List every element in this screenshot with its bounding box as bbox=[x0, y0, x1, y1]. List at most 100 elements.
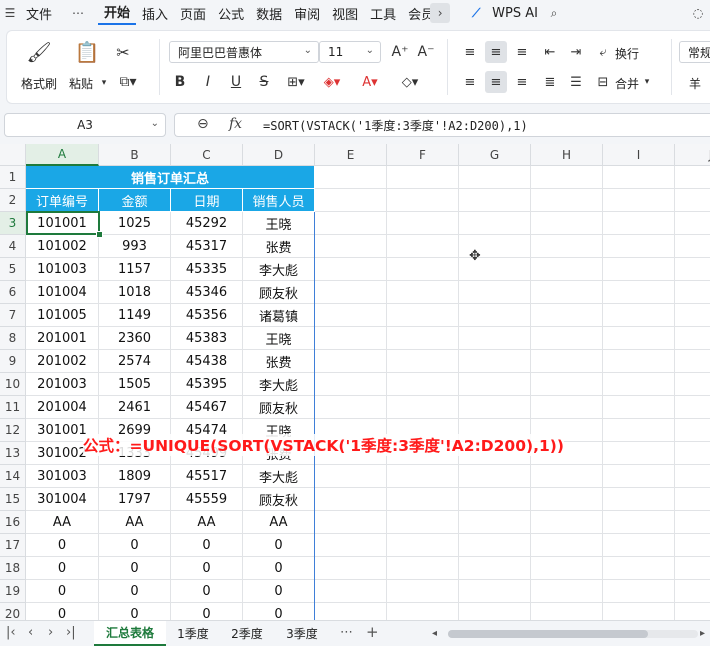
empty-cell[interactable] bbox=[531, 580, 603, 603]
table-cell[interactable]: 诸葛镇 bbox=[243, 304, 315, 327]
row-header-20[interactable]: 20 bbox=[0, 603, 26, 620]
table-cell[interactable]: 0 bbox=[171, 603, 243, 620]
table-header-cell[interactable]: 销售人员 bbox=[243, 189, 315, 212]
table-cell[interactable]: 0 bbox=[26, 580, 99, 603]
table-cell[interactable]: 45438 bbox=[171, 350, 243, 373]
row-header-11[interactable]: 11 bbox=[0, 396, 26, 419]
table-cell[interactable]: 0 bbox=[243, 534, 315, 557]
empty-cell[interactable] bbox=[387, 212, 459, 235]
empty-cell[interactable] bbox=[531, 396, 603, 419]
empty-cell[interactable] bbox=[459, 534, 531, 557]
empty-cell[interactable] bbox=[603, 488, 675, 511]
table-cell[interactable]: 101003 bbox=[26, 258, 99, 281]
table-cell[interactable]: 45383 bbox=[171, 327, 243, 350]
name-box[interactable]: A3 ⌄ bbox=[4, 113, 166, 137]
empty-cell[interactable] bbox=[315, 212, 387, 235]
column-header-a[interactable]: A bbox=[26, 144, 99, 166]
empty-cell[interactable] bbox=[531, 488, 603, 511]
menu-data[interactable]: 数据 bbox=[250, 4, 288, 23]
horizontal-scrollbar[interactable] bbox=[448, 630, 698, 638]
clear-format-icon[interactable]: ◇▾ bbox=[393, 71, 427, 93]
empty-cell[interactable] bbox=[675, 235, 710, 258]
table-cell[interactable]: 李大彪 bbox=[243, 373, 315, 396]
table-cell[interactable]: 45467 bbox=[171, 396, 243, 419]
empty-cell[interactable] bbox=[531, 258, 603, 281]
empty-cell[interactable] bbox=[603, 350, 675, 373]
table-cell[interactable]: 0 bbox=[26, 534, 99, 557]
table-cell[interactable]: 201001 bbox=[26, 327, 99, 350]
table-cell[interactable]: 45317 bbox=[171, 235, 243, 258]
table-cell[interactable]: 0 bbox=[99, 580, 171, 603]
empty-cell[interactable] bbox=[387, 304, 459, 327]
table-cell[interactable]: 0 bbox=[171, 557, 243, 580]
empty-cell[interactable] bbox=[675, 350, 710, 373]
next-sheet-icon[interactable]: › bbox=[48, 625, 53, 640]
number-format-select[interactable]: 常规 bbox=[679, 41, 710, 63]
table-cell[interactable]: 45517 bbox=[171, 465, 243, 488]
empty-cell[interactable] bbox=[603, 304, 675, 327]
empty-cell[interactable] bbox=[459, 511, 531, 534]
column-header-j[interactable]: J bbox=[675, 144, 710, 166]
empty-cell[interactable] bbox=[531, 327, 603, 350]
empty-cell[interactable] bbox=[531, 281, 603, 304]
row-header-3[interactable]: 3 bbox=[0, 212, 26, 235]
table-cell[interactable]: 张费 bbox=[243, 350, 315, 373]
table-title[interactable]: 销售订单汇总 bbox=[26, 166, 315, 189]
first-sheet-icon[interactable]: |‹ bbox=[6, 625, 16, 640]
row-header-9[interactable]: 9 bbox=[0, 350, 26, 373]
empty-cell[interactable] bbox=[603, 442, 675, 465]
column-header-c[interactable]: C bbox=[171, 144, 243, 166]
empty-cell[interactable] bbox=[675, 304, 710, 327]
column-header-d[interactable]: D bbox=[243, 144, 315, 166]
sheet-tab-summary[interactable]: 汇总表格 bbox=[94, 621, 166, 646]
increase-font-icon[interactable]: A⁺ bbox=[389, 41, 411, 63]
empty-cell[interactable] bbox=[675, 419, 710, 442]
scroll-right-icon[interactable]: ▸ bbox=[700, 628, 705, 639]
empty-cell[interactable] bbox=[459, 212, 531, 235]
menu-insert[interactable]: 插入 bbox=[136, 4, 174, 23]
empty-cell[interactable] bbox=[531, 373, 603, 396]
function-icon[interactable]: fx bbox=[229, 116, 242, 132]
spreadsheet-grid[interactable]: ABCDEFGHIJ123456789101112131415161718192… bbox=[0, 144, 710, 620]
empty-cell[interactable] bbox=[675, 557, 710, 580]
scroll-left-icon[interactable]: ◂ bbox=[432, 628, 437, 639]
font-color-icon[interactable]: A▾ bbox=[355, 71, 385, 93]
prev-sheet-icon[interactable]: ‹ bbox=[28, 625, 33, 640]
empty-cell[interactable] bbox=[675, 281, 710, 304]
empty-cell[interactable] bbox=[675, 396, 710, 419]
empty-cell[interactable] bbox=[603, 580, 675, 603]
formula-input[interactable]: =SORT(VSTACK('1季度:3季度'!A2:D200),1) bbox=[263, 117, 528, 134]
table-cell[interactable]: 李大彪 bbox=[243, 465, 315, 488]
empty-cell[interactable] bbox=[315, 373, 387, 396]
menu-tools[interactable]: 工具 bbox=[364, 4, 402, 23]
empty-cell[interactable] bbox=[315, 603, 387, 620]
table-cell[interactable]: 993 bbox=[99, 235, 171, 258]
empty-cell[interactable] bbox=[603, 534, 675, 557]
more-icon[interactable]: ⋯ bbox=[58, 6, 98, 20]
empty-cell[interactable] bbox=[387, 465, 459, 488]
column-header-g[interactable]: G bbox=[459, 144, 531, 166]
cut-icon[interactable]: ✂ bbox=[111, 41, 135, 63]
row-header-4[interactable]: 4 bbox=[0, 235, 26, 258]
border-icon[interactable]: ⊞▾ bbox=[281, 71, 311, 93]
table-cell[interactable]: 0 bbox=[171, 580, 243, 603]
empty-cell[interactable] bbox=[459, 166, 531, 189]
table-cell[interactable]: 301003 bbox=[26, 465, 99, 488]
row-header-18[interactable]: 18 bbox=[0, 557, 26, 580]
empty-cell[interactable] bbox=[675, 189, 710, 212]
table-cell[interactable]: AA bbox=[171, 511, 243, 534]
table-cell[interactable]: 101005 bbox=[26, 304, 99, 327]
column-header-b[interactable]: B bbox=[99, 144, 171, 166]
empty-cell[interactable] bbox=[603, 235, 675, 258]
decrease-font-icon[interactable]: A⁻ bbox=[415, 41, 437, 63]
empty-cell[interactable] bbox=[675, 212, 710, 235]
table-cell[interactable]: 0 bbox=[26, 557, 99, 580]
empty-cell[interactable] bbox=[315, 327, 387, 350]
empty-cell[interactable] bbox=[315, 235, 387, 258]
table-cell[interactable]: 45395 bbox=[171, 373, 243, 396]
fill-color-icon[interactable]: ◈▾ bbox=[317, 71, 347, 93]
distribute-icon[interactable]: ☰ bbox=[565, 71, 587, 93]
table-cell[interactable]: 45346 bbox=[171, 281, 243, 304]
row-header-17[interactable]: 17 bbox=[0, 534, 26, 557]
table-cell[interactable]: 45356 bbox=[171, 304, 243, 327]
